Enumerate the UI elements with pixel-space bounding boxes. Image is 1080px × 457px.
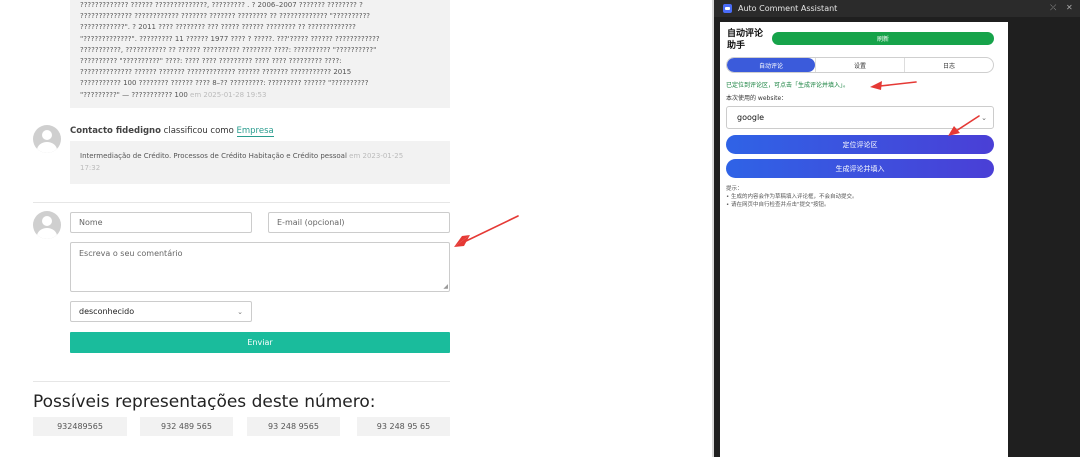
- tips-title: 提示：: [726, 186, 743, 192]
- email-placeholder: E-mail (opcional): [277, 218, 345, 227]
- web-page: ????????????? ?????? ??????????????, ???…: [0, 0, 712, 457]
- chevron-down-icon: ⌄: [237, 307, 243, 316]
- close-icon[interactable]: ✕: [1066, 3, 1073, 12]
- annotation-arrow-icon: [948, 115, 980, 136]
- resize-handle-icon[interactable]: ◢: [443, 284, 448, 290]
- comment-text-line: "?????????????". ????????? 11 ?????? 197…: [80, 34, 380, 43]
- comment-text-line: ???????????, ??????????? ?? ?????? ?????…: [80, 45, 377, 54]
- refresh-button[interactable]: 刷新: [772, 32, 994, 45]
- category-select[interactable]: desconhecido ⌄: [70, 301, 252, 322]
- divider: [33, 202, 450, 203]
- comment-author: Contacto fidedigno: [70, 126, 161, 136]
- app-icon: [723, 4, 732, 13]
- comment-text-line: ????????????? ?????? ??????????????, ???…: [80, 1, 363, 9]
- comment-text-line: ?????????? "??????????" ????: ???? ???? …: [80, 57, 342, 66]
- generate-and-fill-button[interactable]: 生成评论并填入: [726, 159, 994, 178]
- website-select-value: google: [737, 113, 765, 122]
- pin-icon[interactable]: ⤫: [1050, 3, 1056, 13]
- assistant-panel: 自动评论助手 刷新 自动评论 设置 日志 已定位到评论区，可点击「生成评论并填入…: [720, 22, 1008, 457]
- tab-auto-comment[interactable]: 自动评论: [727, 58, 815, 72]
- status-message: 已定位到评论区，可点击「生成评论并填入」。: [726, 82, 850, 89]
- tab-bar: 自动评论 设置 日志: [726, 57, 994, 73]
- comment-body: Intermediação de Crédito. Processos de C…: [70, 141, 450, 184]
- name-placeholder: Nome: [79, 218, 103, 227]
- category-select-value: desconhecido: [79, 307, 135, 316]
- chevron-down-icon: ⌄: [981, 113, 987, 122]
- panel-title: 自动评论助手: [727, 29, 764, 51]
- comment-text: Intermediação de Crédito. Processos de C…: [80, 152, 347, 160]
- tab-log[interactable]: 日志: [905, 58, 993, 72]
- representation-chip: 932 489 565: [140, 417, 233, 436]
- window-titlebar[interactable]: Auto Comment Assistant ⤫ ✕: [714, 0, 1080, 17]
- comment-verb: classificou como: [160, 126, 237, 136]
- tip-item: • 生成的内容会作为草稿填入评论框，不会自动提交。: [726, 194, 858, 200]
- tips-section: 提示： • 生成的内容会作为草稿填入评论框，不会自动提交。 • 请在网页中自行检…: [726, 185, 858, 209]
- tab-settings[interactable]: 设置: [815, 58, 905, 72]
- annotation-arrow-icon: [870, 81, 917, 90]
- comment-text-line: "?????????" — ??????????? 100 em 2025-01…: [80, 90, 440, 101]
- comment-timestamp: em 2025-01-28 19:53: [190, 90, 267, 99]
- comment-header: Contacto fidedigno classificou como Empr…: [70, 126, 274, 137]
- comment-timestamp-time: 17:32: [80, 163, 101, 172]
- representation-chip: 93 248 9565: [247, 417, 340, 436]
- representation-chip: 932489565: [33, 417, 127, 436]
- previous-comment-box: ????????????? ?????? ??????????????, ???…: [70, 0, 450, 108]
- website-label: 本次使用的 website：: [726, 95, 788, 102]
- avatar: [33, 125, 61, 153]
- representation-chip: 93 248 95 65: [357, 417, 450, 436]
- comment-category-link[interactable]: Empresa: [236, 126, 274, 137]
- window-title: Auto Comment Assistant: [738, 4, 838, 13]
- tip-item: • 请在网页中自行检查并点击"提交"按钮。: [726, 202, 830, 208]
- representations-title: Possíveis representações deste número:: [33, 392, 376, 412]
- divider: [33, 381, 450, 382]
- comment-textarea[interactable]: Escreva o seu comentário ◢: [70, 242, 450, 292]
- comment-text: "?????????" — ??????????? 100: [80, 90, 188, 99]
- comment-text-line: ????????????". ? 2011 ???? ???????? ??? …: [80, 23, 356, 32]
- send-button[interactable]: Enviar: [70, 332, 450, 353]
- avatar: [33, 211, 61, 239]
- comment-timestamp: em 2023-01-25: [349, 152, 404, 160]
- name-input[interactable]: Nome: [70, 212, 252, 233]
- plugin-window: Auto Comment Assistant ⤫ ✕ 自动评论助手 刷新 自动评…: [714, 0, 1080, 457]
- comment-placeholder: Escreva o seu comentário: [79, 249, 183, 258]
- email-input[interactable]: E-mail (opcional): [268, 212, 450, 233]
- comment-text-line: ?????????????? ???????????? ??????? ????…: [80, 12, 371, 21]
- comment-text-line: ?????????????? ?????? ??????? ??????????…: [80, 68, 352, 77]
- comment-text-line: ??????????? 100 ???????? ?????? ???? 8–?…: [80, 79, 369, 88]
- annotation-arrow-icon: [454, 215, 519, 247]
